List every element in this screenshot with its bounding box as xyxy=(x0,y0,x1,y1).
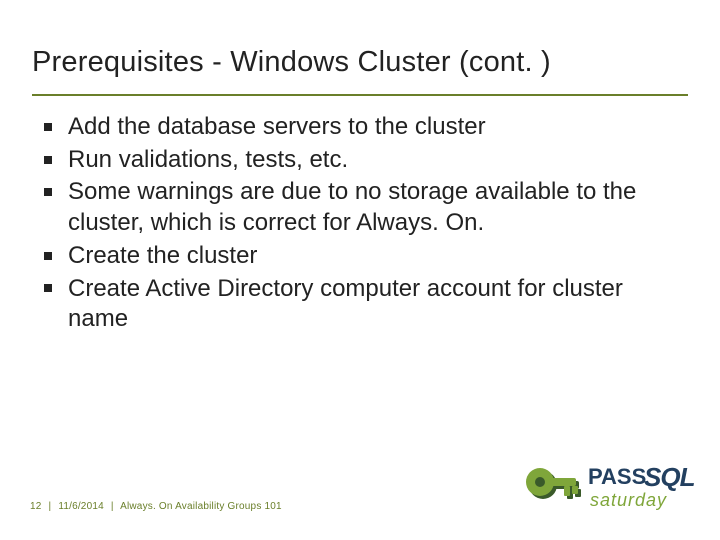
bullet-item: Add the database servers to the cluster xyxy=(40,112,680,143)
bullet-item: Run validations, tests, etc. xyxy=(40,145,680,176)
logo-saturday-text: saturday xyxy=(590,490,667,510)
bullet-list: Add the database servers to the cluster … xyxy=(40,112,680,337)
footer-page: 12 xyxy=(30,501,42,512)
footer-separator: | xyxy=(49,501,52,512)
logo-svg: PASS SQL saturday xyxy=(522,460,702,528)
logo-sql-text: SQL xyxy=(644,462,695,492)
footer-separator: | xyxy=(111,501,114,512)
bullet-item: Some warnings are due to no storage avai… xyxy=(40,177,680,238)
key-icon xyxy=(526,468,581,499)
slide: Prerequisites - Windows Cluster (cont. )… xyxy=(0,0,720,540)
footer-date: 11/6/2014 xyxy=(58,501,104,512)
footer: 12 | 11/6/2014 | Always. On Availability… xyxy=(30,501,282,512)
title-rule xyxy=(32,94,688,96)
bullet-item: Create Active Directory computer account… xyxy=(40,274,680,335)
slide-title: Prerequisites - Windows Cluster (cont. ) xyxy=(32,46,551,79)
bullet-item: Create the cluster xyxy=(40,241,680,272)
pass-sql-saturday-logo: PASS SQL saturday xyxy=(522,460,702,528)
logo-pass-text: PASS xyxy=(588,464,646,489)
footer-deck: Always. On Availability Groups 101 xyxy=(120,501,282,512)
